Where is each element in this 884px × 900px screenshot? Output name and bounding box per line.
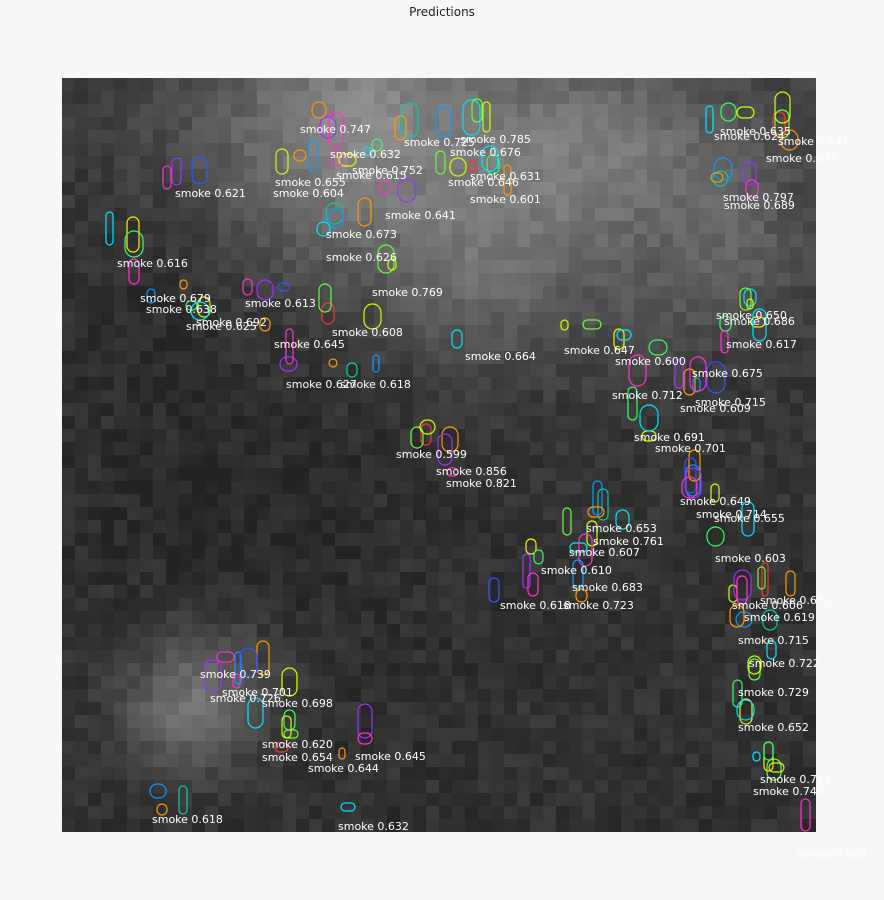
detection-label: smoke 0.618	[500, 599, 571, 612]
detection-label: smoke 0.649	[680, 495, 751, 508]
detection-label: smoke 0.603	[715, 552, 786, 565]
detection-label: smoke 0.599	[396, 448, 467, 461]
detection-label: smoke 0.722	[749, 657, 820, 670]
detection-label: smoke 0.625	[186, 320, 257, 333]
detection-label: smoke 0.624	[714, 130, 785, 143]
detection-label: smoke 0.604	[273, 187, 344, 200]
detection-label: smoke 0.686	[724, 315, 795, 328]
detection-label: smoke 0.613	[245, 297, 316, 310]
detection-label: smoke 0.794	[760, 773, 831, 786]
detection-label: smoke 0.621	[175, 187, 246, 200]
detection-label: smoke 0.609	[680, 402, 751, 415]
detection-label: smoke 0.610	[541, 564, 612, 577]
detection-label: smoke 0.632	[330, 148, 401, 161]
detection-label: smoke 0.675	[692, 367, 763, 380]
detection-label: smoke 0.683	[572, 581, 643, 594]
detection-label: smoke 0.618	[340, 378, 411, 391]
detection-label: smoke 0.691	[634, 431, 705, 444]
detection-label: smoke 0.739	[200, 668, 271, 681]
detection-label: smoke 0.644	[308, 762, 379, 775]
detection-label: smoke 0.641	[778, 135, 849, 148]
detection-label: smoke 0.652	[738, 721, 809, 734]
detection-label: smoke 0.797	[723, 191, 794, 204]
detection-label: smoke 0.712	[612, 389, 683, 402]
detection-label: smoke 0.769	[372, 286, 443, 299]
prediction-visualization: smoke 0.747smoke 0.632smoke 0.725smoke 0…	[62, 78, 867, 861]
detection-label: smoke 0.645	[355, 750, 426, 763]
detection-label: smoke 0.673	[326, 228, 397, 241]
detection-label: smoke 0.729	[738, 686, 809, 699]
detection-label: smoke 0.821	[446, 477, 517, 490]
detection-label: smoke 0.616	[117, 257, 188, 270]
detection-label: smoke 0.715	[738, 634, 809, 647]
detection-label: smoke 0.664	[465, 350, 536, 363]
detection-label: smoke 0.785	[460, 133, 531, 146]
detection-label: smoke 0.632	[760, 594, 831, 607]
detection-label: smoke 0.653	[586, 522, 657, 535]
detection-label: smoke 0.673	[766, 152, 837, 165]
detection-label: smoke 0.601	[470, 193, 541, 206]
detection-label: smoke 0.641	[385, 209, 456, 222]
detection-label: smoke 0.742	[753, 785, 824, 798]
detection-label: smoke 0.723	[563, 599, 634, 612]
detection-label: smoke 0.638	[146, 303, 217, 316]
detection-label: smoke 0.607	[569, 546, 640, 559]
detection-label: smoke 0.617	[726, 338, 797, 351]
detection-label: smoke 0.645	[274, 338, 345, 351]
detection-label: smoke 0.698	[262, 697, 333, 710]
detection-label: smoke 0.747	[300, 123, 371, 136]
detection-label: smoke 0.646	[448, 176, 519, 189]
detection-label: smoke 0.808	[796, 848, 867, 861]
detection-label: smoke 0.600	[615, 355, 686, 368]
detection-label: smoke 0.618	[152, 813, 223, 826]
detection-label: smoke 0.676	[450, 146, 521, 159]
detection-label: smoke 0.619	[744, 611, 815, 624]
detection-label: smoke 0.632	[338, 820, 409, 833]
detection-label: smoke 0.620	[262, 738, 333, 751]
detection-label: smoke 0.655	[714, 512, 785, 525]
detection-label: smoke 0.615	[336, 169, 407, 182]
detection-label: smoke 0.626	[326, 251, 397, 264]
